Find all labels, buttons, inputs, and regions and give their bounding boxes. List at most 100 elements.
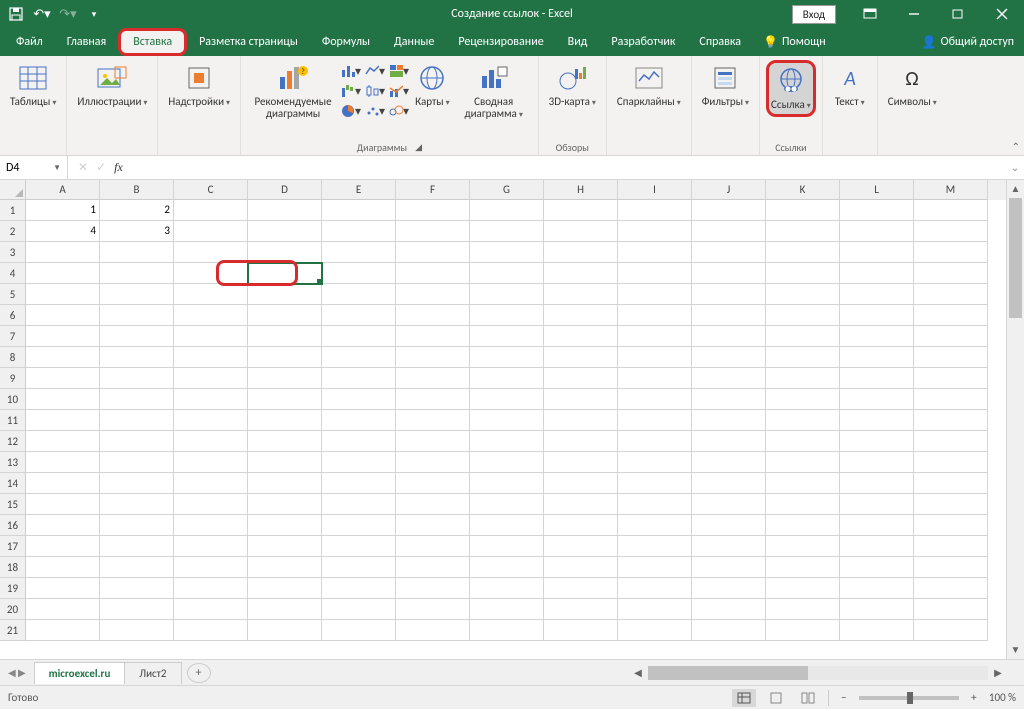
cell[interactable] xyxy=(840,620,914,641)
page-layout-view-icon[interactable] xyxy=(764,689,788,707)
cell[interactable] xyxy=(26,389,100,410)
cell[interactable] xyxy=(174,494,248,515)
cell[interactable] xyxy=(26,494,100,515)
cell[interactable] xyxy=(322,557,396,578)
column-header[interactable]: D xyxy=(248,180,322,200)
cell[interactable] xyxy=(914,536,988,557)
tab-help[interactable]: Справка xyxy=(687,28,753,56)
close-icon[interactable] xyxy=(980,0,1024,28)
row-header[interactable]: 11 xyxy=(0,410,26,431)
normal-view-icon[interactable] xyxy=(732,689,756,707)
cell[interactable] xyxy=(248,263,322,284)
horizontal-scrollbar[interactable]: ◀ ▶ xyxy=(211,666,1024,680)
cell[interactable] xyxy=(618,389,692,410)
cell[interactable] xyxy=(26,515,100,536)
cell[interactable] xyxy=(914,473,988,494)
cell[interactable] xyxy=(766,452,840,473)
cell[interactable] xyxy=(470,221,544,242)
column-header[interactable]: B xyxy=(100,180,174,200)
pie-chart-icon[interactable]: ▾ xyxy=(341,102,361,120)
cell[interactable] xyxy=(544,221,618,242)
cell[interactable] xyxy=(766,284,840,305)
column-header[interactable]: A xyxy=(26,180,100,200)
cell[interactable] xyxy=(100,431,174,452)
cell[interactable] xyxy=(322,452,396,473)
column-header[interactable]: M xyxy=(914,180,988,200)
zoom-out-button[interactable]: − xyxy=(837,691,851,704)
cell[interactable] xyxy=(396,389,470,410)
cell[interactable] xyxy=(914,410,988,431)
cell[interactable] xyxy=(766,557,840,578)
cell[interactable] xyxy=(470,515,544,536)
cell[interactable] xyxy=(322,200,396,221)
cell[interactable] xyxy=(544,284,618,305)
cell[interactable] xyxy=(322,599,396,620)
cell[interactable] xyxy=(174,347,248,368)
cell[interactable] xyxy=(322,578,396,599)
cell[interactable] xyxy=(840,578,914,599)
cell[interactable] xyxy=(100,515,174,536)
row-header[interactable]: 6 xyxy=(0,305,26,326)
zoom-in-button[interactable]: + xyxy=(967,691,981,704)
tab-data[interactable]: Данные xyxy=(382,28,446,56)
cell[interactable] xyxy=(26,473,100,494)
row-header[interactable]: 19 xyxy=(0,578,26,599)
cell[interactable] xyxy=(248,410,322,431)
cell[interactable] xyxy=(470,326,544,347)
cell[interactable] xyxy=(840,305,914,326)
cell[interactable] xyxy=(618,452,692,473)
cell[interactable] xyxy=(618,347,692,368)
cell[interactable] xyxy=(322,263,396,284)
cell[interactable] xyxy=(174,242,248,263)
tab-pagelayout[interactable]: Разметка страницы xyxy=(187,28,310,56)
vscroll-thumb[interactable] xyxy=(1009,198,1022,318)
cell[interactable] xyxy=(692,494,766,515)
cell[interactable] xyxy=(840,347,914,368)
cell[interactable] xyxy=(618,263,692,284)
cell[interactable] xyxy=(544,599,618,620)
cell[interactable] xyxy=(692,368,766,389)
cell[interactable] xyxy=(766,368,840,389)
insert-function-icon[interactable]: fx xyxy=(114,160,123,175)
zoom-slider[interactable] xyxy=(859,696,959,700)
cell[interactable] xyxy=(174,557,248,578)
cell[interactable] xyxy=(544,410,618,431)
column-chart-icon[interactable]: ▾ xyxy=(341,62,361,80)
cell[interactable] xyxy=(470,620,544,641)
cell[interactable] xyxy=(174,473,248,494)
row-header[interactable]: 2 xyxy=(0,221,26,242)
cell[interactable] xyxy=(766,326,840,347)
cell[interactable] xyxy=(840,200,914,221)
cell[interactable] xyxy=(766,221,840,242)
cell[interactable] xyxy=(322,473,396,494)
cell[interactable] xyxy=(618,578,692,599)
cell[interactable] xyxy=(544,473,618,494)
cell[interactable] xyxy=(26,536,100,557)
text-button[interactable]: A Текст xyxy=(829,60,871,111)
cell[interactable] xyxy=(618,431,692,452)
cell[interactable] xyxy=(396,221,470,242)
cell[interactable] xyxy=(914,620,988,641)
cell[interactable] xyxy=(766,536,840,557)
cell[interactable] xyxy=(26,326,100,347)
cell[interactable] xyxy=(174,389,248,410)
name-box[interactable]: D4▼ xyxy=(0,156,68,179)
cell[interactable] xyxy=(100,452,174,473)
cell[interactable] xyxy=(470,263,544,284)
formula-input[interactable] xyxy=(133,156,1006,179)
scroll-up-icon[interactable]: ▲ xyxy=(1007,180,1024,198)
cell[interactable] xyxy=(248,368,322,389)
cell[interactable] xyxy=(618,536,692,557)
cell[interactable] xyxy=(766,305,840,326)
symbols-button[interactable]: Ω Символы xyxy=(884,60,941,111)
cell[interactable] xyxy=(692,431,766,452)
maximize-icon[interactable] xyxy=(936,0,980,28)
cell[interactable] xyxy=(248,599,322,620)
cell[interactable] xyxy=(544,347,618,368)
scroll-down-icon[interactable]: ▼ xyxy=(1007,641,1024,659)
cell[interactable] xyxy=(914,515,988,536)
cell[interactable] xyxy=(766,599,840,620)
row-header[interactable]: 5 xyxy=(0,284,26,305)
cell[interactable] xyxy=(692,305,766,326)
cell[interactable] xyxy=(470,452,544,473)
